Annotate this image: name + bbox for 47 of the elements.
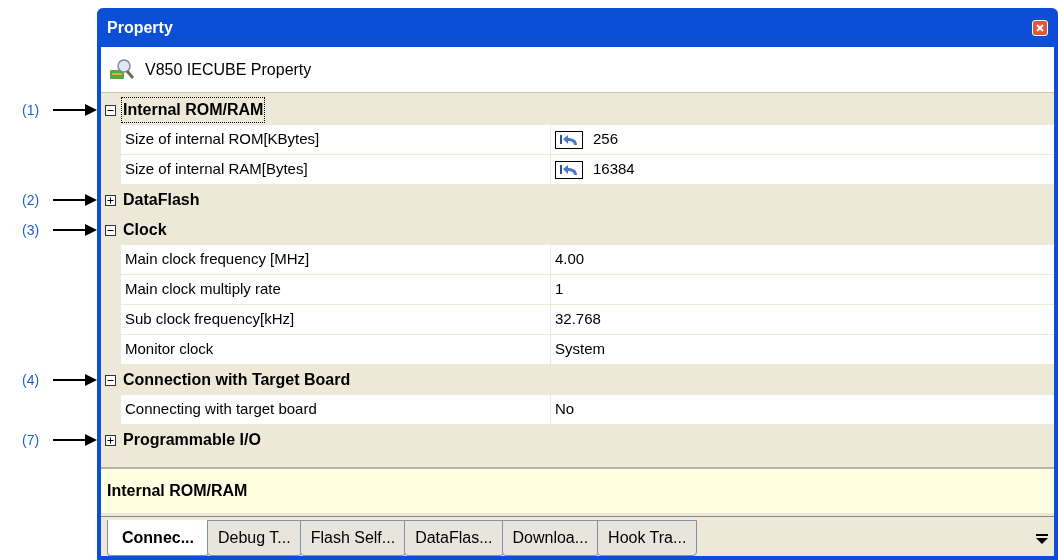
tab[interactable]: Connec... (107, 520, 209, 556)
property-value-cell[interactable]: 16384 (551, 155, 1054, 185)
property-name-cell: Main clock frequency [MHz] (121, 245, 551, 275)
category-label: Programmable I/O (122, 430, 262, 450)
category-label: Internal ROM/RAM (122, 98, 265, 122)
board-magnifier-icon (109, 57, 135, 82)
expand-icon[interactable] (105, 194, 116, 206)
callout-arrow-icon (53, 374, 97, 386)
callout-label: (4) (22, 370, 41, 390)
tab[interactable]: Downloa... (501, 520, 600, 556)
callout-label: (3) (22, 220, 41, 240)
property-name-cell: Monitor clock (121, 335, 551, 365)
property-name-cell: Connecting with target board (121, 395, 551, 425)
collapse-icon[interactable] (105, 104, 116, 116)
collapse-icon[interactable] (105, 374, 116, 386)
category-label: Clock (122, 220, 168, 240)
property-value-cell[interactable]: 1 (551, 275, 1054, 305)
callout-arrow-icon (53, 224, 97, 236)
category-label: Connection with Target Board (122, 370, 352, 390)
callout-label: (7) (22, 430, 41, 450)
property-name-cell: Sub clock frequency[kHz] (121, 305, 551, 335)
callout-label: (1) (22, 100, 41, 120)
tab[interactable]: DataFlas... (404, 520, 504, 556)
callout-label: (2) (22, 190, 41, 210)
property-value-cell[interactable]: System (551, 335, 1054, 365)
property-name-cell: Main clock multiply rate (121, 275, 551, 305)
property-value-cell[interactable]: 32.768 (551, 305, 1054, 335)
property-value-cell[interactable]: 4.00 (551, 245, 1054, 275)
close-button[interactable] (1032, 19, 1048, 36)
tab[interactable]: Debug T... (207, 520, 302, 556)
tab[interactable]: Flash Self... (299, 520, 407, 556)
property-value-cell[interactable]: 256 (551, 125, 1054, 155)
tab-list-dropdown-icon[interactable] (1036, 534, 1048, 544)
expand-icon[interactable] (105, 434, 116, 446)
property-name-cell: Size of internal ROM[KBytes] (121, 125, 551, 155)
property-header-title: V850 IECUBE Property (145, 59, 312, 80)
close-icon (1036, 23, 1044, 32)
callout-arrow-icon (53, 194, 97, 206)
window-title: Property (107, 17, 173, 38)
callout-arrow-icon (53, 104, 97, 116)
property-name-cell: Size of internal RAM[Bytes] (121, 155, 551, 185)
description-pane: Internal ROM/RAM (101, 467, 1054, 513)
collapse-icon[interactable] (105, 224, 116, 236)
category-label: DataFlash (122, 190, 201, 210)
property-value-cell[interactable]: No (551, 395, 1054, 425)
tab[interactable]: Hook Tra... (597, 520, 698, 556)
callout-arrow-icon (53, 434, 97, 446)
